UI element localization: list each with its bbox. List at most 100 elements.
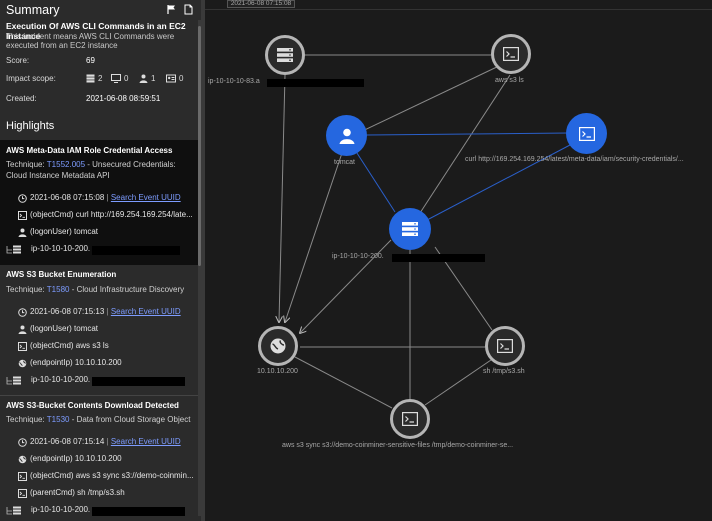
user-icon: [139, 74, 148, 83]
globe-icon: [18, 455, 27, 464]
node-user-tomcat[interactable]: [326, 115, 367, 156]
event-text: (logonUser) tomcat: [30, 227, 99, 236]
redaction-bar: [267, 79, 364, 87]
technique-label: Technique:: [6, 415, 45, 424]
impact-hosts[interactable]: 2: [86, 74, 102, 83]
node-ip-endpoint[interactable]: [258, 326, 298, 366]
highlight-card[interactable]: AWS S3-Bucket Contents Download Detected…: [0, 396, 198, 521]
user-icon: [18, 325, 27, 334]
edge: [424, 359, 492, 406]
host-tree-icon: [6, 376, 21, 385]
event-text: (objectCmd) curl http://169.254.169.254/…: [30, 210, 193, 219]
search-event-uuid-link[interactable]: Search Event UUID: [111, 307, 181, 316]
node-aws-s3-ls-label: aws s3 ls: [495, 77, 524, 84]
terminal-icon: [18, 489, 27, 498]
incident-graph[interactable]: 2021-06-08 07:15:08 ip-10-10-10-83.a aws…: [205, 0, 712, 521]
impact-hosts-count: 2: [98, 74, 103, 83]
highlight-card-title: AWS Meta-Data IAM Role Credential Access: [6, 146, 173, 155]
terminal-icon: [18, 472, 27, 481]
impact-cards[interactable]: 0: [166, 74, 183, 83]
event-timestamp: 2021-06-08 07:15:13: [30, 307, 105, 316]
score-value: 69: [86, 56, 95, 65]
redaction-bar: [392, 254, 485, 262]
node-host-83[interactable]: [265, 35, 305, 75]
node-host-200[interactable]: [389, 208, 431, 250]
edge: [354, 149, 396, 213]
node-ip-endpoint-label: 10.10.10.200: [257, 368, 298, 375]
server-icon: [277, 48, 293, 62]
globe-icon: [270, 338, 286, 354]
impact-cards-count: 0: [179, 74, 184, 83]
technique-id-link[interactable]: T1530: [47, 415, 70, 424]
flag-icon[interactable]: [166, 4, 177, 15]
node-curl-command[interactable]: [566, 113, 607, 154]
node-aws-s3-sync[interactable]: [390, 399, 430, 439]
node-sh-script[interactable]: [485, 326, 525, 366]
redaction-bar: [92, 246, 180, 255]
node-host-200-label: ip-10-10-10-200.: [332, 253, 384, 260]
host-tree-icon: [6, 245, 21, 254]
technique-id-link[interactable]: T1552.005: [47, 160, 85, 169]
host-name: ip-10-10-10-200.: [31, 375, 91, 384]
highlight-technique: Technique: T1552.005 - Unsecured Credent…: [6, 159, 196, 181]
node-user-tomcat-label: tomcat: [334, 159, 356, 166]
highlight-card[interactable]: AWS Meta-Data IAM Role Credential Access…: [0, 140, 198, 265]
terminal-icon: [18, 342, 27, 351]
id-card-icon: [166, 74, 176, 83]
technique-id-link[interactable]: T1580: [47, 285, 70, 294]
globe-icon: [18, 359, 27, 368]
edge: [279, 74, 286, 322]
technique-name: - Cloud Infrastructure Discovery: [69, 285, 185, 294]
score-row: Score: 69: [6, 56, 196, 68]
highlight-card-title: AWS S3-Bucket Contents Download Detected: [6, 401, 179, 410]
node-host-83-label: ip-10-10-10-83.a: [208, 78, 260, 85]
search-event-uuid-link[interactable]: Search Event UUID: [111, 437, 181, 446]
impact-terminals-count: 0: [124, 74, 129, 83]
highlight-card[interactable]: AWS S3 Bucket Enumeration Technique: T15…: [0, 265, 198, 395]
edge: [294, 356, 393, 409]
terminal-icon: [402, 412, 418, 426]
redaction-bar: [92, 377, 185, 386]
host-name: ip-10-10-10-200.: [31, 505, 91, 514]
highlight-technique: Technique: T1530 - Data from Cloud Stora…: [6, 414, 196, 425]
server-icon: [86, 74, 95, 83]
terminal-icon: [578, 126, 595, 141]
node-sh-script-label: sh /tmp/s3.sh: [483, 368, 525, 375]
node-aws-s3-ls[interactable]: [491, 34, 531, 74]
impact-scope-row: Impact scope: 2 0 1 0: [6, 74, 196, 86]
terminal-icon: [18, 211, 27, 220]
highlight-technique: Technique: T1580 - Cloud Infrastructure …: [6, 284, 196, 295]
highlight-card-title: AWS S3 Bucket Enumeration: [6, 270, 117, 279]
impact-users-count: 1: [151, 74, 156, 83]
server-icon: [402, 222, 418, 236]
search-event-uuid-link[interactable]: Search Event UUID: [111, 193, 181, 202]
technique-label: Technique:: [6, 160, 45, 169]
clock-icon: [18, 194, 27, 203]
highlights-title: Highlights: [6, 120, 55, 132]
impact-terminals[interactable]: 0: [111, 74, 128, 83]
impact-users[interactable]: 1: [139, 74, 155, 83]
summary-title: Summary: [6, 3, 60, 17]
edge: [285, 149, 344, 322]
event-text: (endpointIp) 10.10.10.200: [30, 454, 122, 463]
created-label: Created:: [6, 94, 37, 103]
edge: [419, 74, 511, 214]
host-tree-icon: [6, 506, 21, 515]
event-timestamp: 2021-06-08 07:15:08: [30, 193, 105, 202]
event-text: (objectCmd) aws s3 sync s3://demo-coinmi…: [30, 471, 194, 480]
redaction-bar: [92, 507, 185, 516]
created-value: 2021-06-08 08:59:51: [86, 94, 161, 103]
node-aws-s3-sync-label: aws s3 sync s3://demo-coinminer-sensitiv…: [282, 442, 514, 449]
terminal-icon: [503, 47, 519, 61]
user-icon: [18, 228, 27, 237]
event-timestamp: 2021-06-08 07:15:14: [30, 437, 105, 446]
edge: [365, 132, 570, 136]
event-text: (endpointIp) 10.10.10.200: [30, 358, 122, 367]
technique-label: Technique:: [6, 285, 45, 294]
user-icon: [339, 128, 354, 144]
incident-description: This incident means AWS CLI Commands wer…: [6, 32, 175, 50]
event-text: (parentCmd) sh /tmp/s3.sh: [30, 488, 125, 497]
monitor-icon: [111, 74, 121, 83]
impact-scope-label: Impact scope:: [6, 74, 56, 83]
document-icon[interactable]: [183, 4, 194, 15]
